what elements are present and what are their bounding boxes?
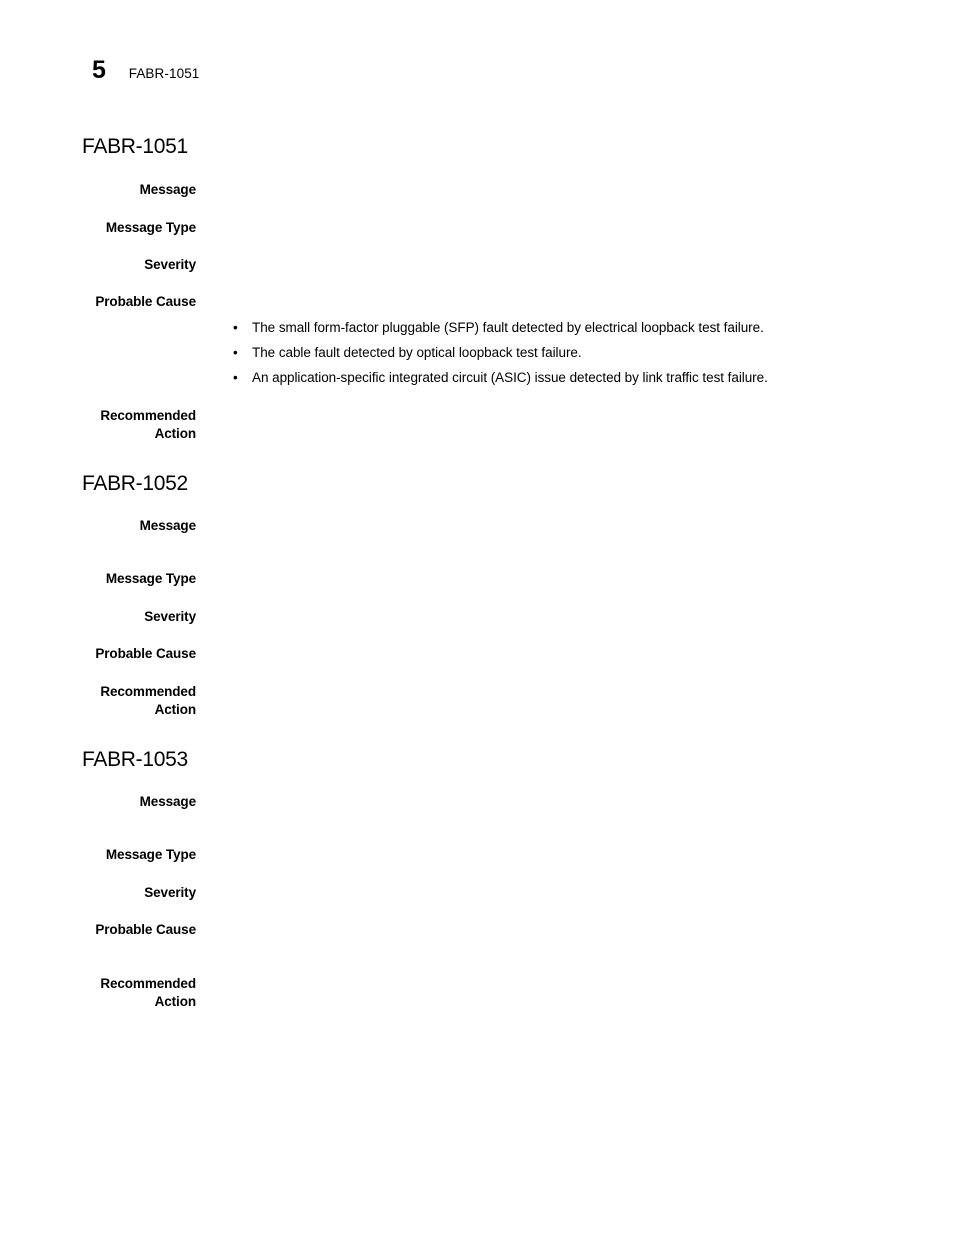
definition-value <box>233 921 933 922</box>
definition-value <box>233 219 933 220</box>
definition-label: Severity <box>144 257 196 272</box>
definition-label: Probable Cause <box>95 646 196 661</box>
list-item-text: The cable fault detected by optical loop… <box>252 345 582 360</box>
definition-value <box>233 975 933 976</box>
running-header-title: FABR-1051 <box>128 66 200 81</box>
definition-label: Recommended Action <box>100 684 196 717</box>
list-item-text: The small form-factor pluggable (SFP) fa… <box>252 320 764 335</box>
definition-label: Message Type <box>105 571 196 586</box>
definition-value <box>233 608 933 609</box>
list-item: • The small form-factor pluggable (SFP) f… <box>233 320 933 336</box>
definition-value <box>233 407 933 408</box>
running-header: 5 FABR-1051 <box>92 58 199 83</box>
definition-label: Message Type <box>105 847 196 862</box>
definition-label: Recommended Action <box>100 976 196 1009</box>
definition-value <box>233 517 933 518</box>
definition-value <box>233 683 933 684</box>
list-item: • The cable fault detected by optical loo… <box>233 345 933 361</box>
chapter-number: 5 <box>92 56 106 84</box>
definition-value <box>233 846 933 847</box>
list-item-text: An application-specific integrated circu… <box>252 370 768 385</box>
definition-value <box>233 293 933 294</box>
section-heading: FABR-1053 <box>82 748 188 771</box>
bullet-icon: • <box>233 345 238 360</box>
definition-label: Severity <box>144 885 196 900</box>
definition-value <box>233 793 933 794</box>
definition-label: Severity <box>144 609 196 624</box>
definition-value <box>233 181 933 182</box>
definition-label: Message Type <box>105 220 196 235</box>
definition-label: Probable Cause <box>95 922 196 937</box>
definition-label: Recommended Action <box>100 408 196 441</box>
definition-value <box>233 884 933 885</box>
definition-label: Message <box>139 182 196 197</box>
document-page: 5 FABR-1051 FABR-1051 Message Message Type… <box>0 0 954 1235</box>
section-heading: FABR-1052 <box>82 472 188 495</box>
definition-label: Message <box>139 518 196 533</box>
definition-label: Probable Cause <box>95 294 196 309</box>
definition-value <box>233 570 933 571</box>
bullet-icon: • <box>233 370 238 385</box>
definition-value <box>233 645 933 646</box>
bullet-icon: • <box>233 320 238 335</box>
section-heading: FABR-1051 <box>82 135 188 158</box>
probable-cause-list: • The small form-factor pluggable (SFP) f… <box>233 320 933 386</box>
list-item: • An application-specific integrated circ… <box>233 370 933 386</box>
definition-value <box>233 256 933 257</box>
definition-label: Message <box>139 794 196 809</box>
